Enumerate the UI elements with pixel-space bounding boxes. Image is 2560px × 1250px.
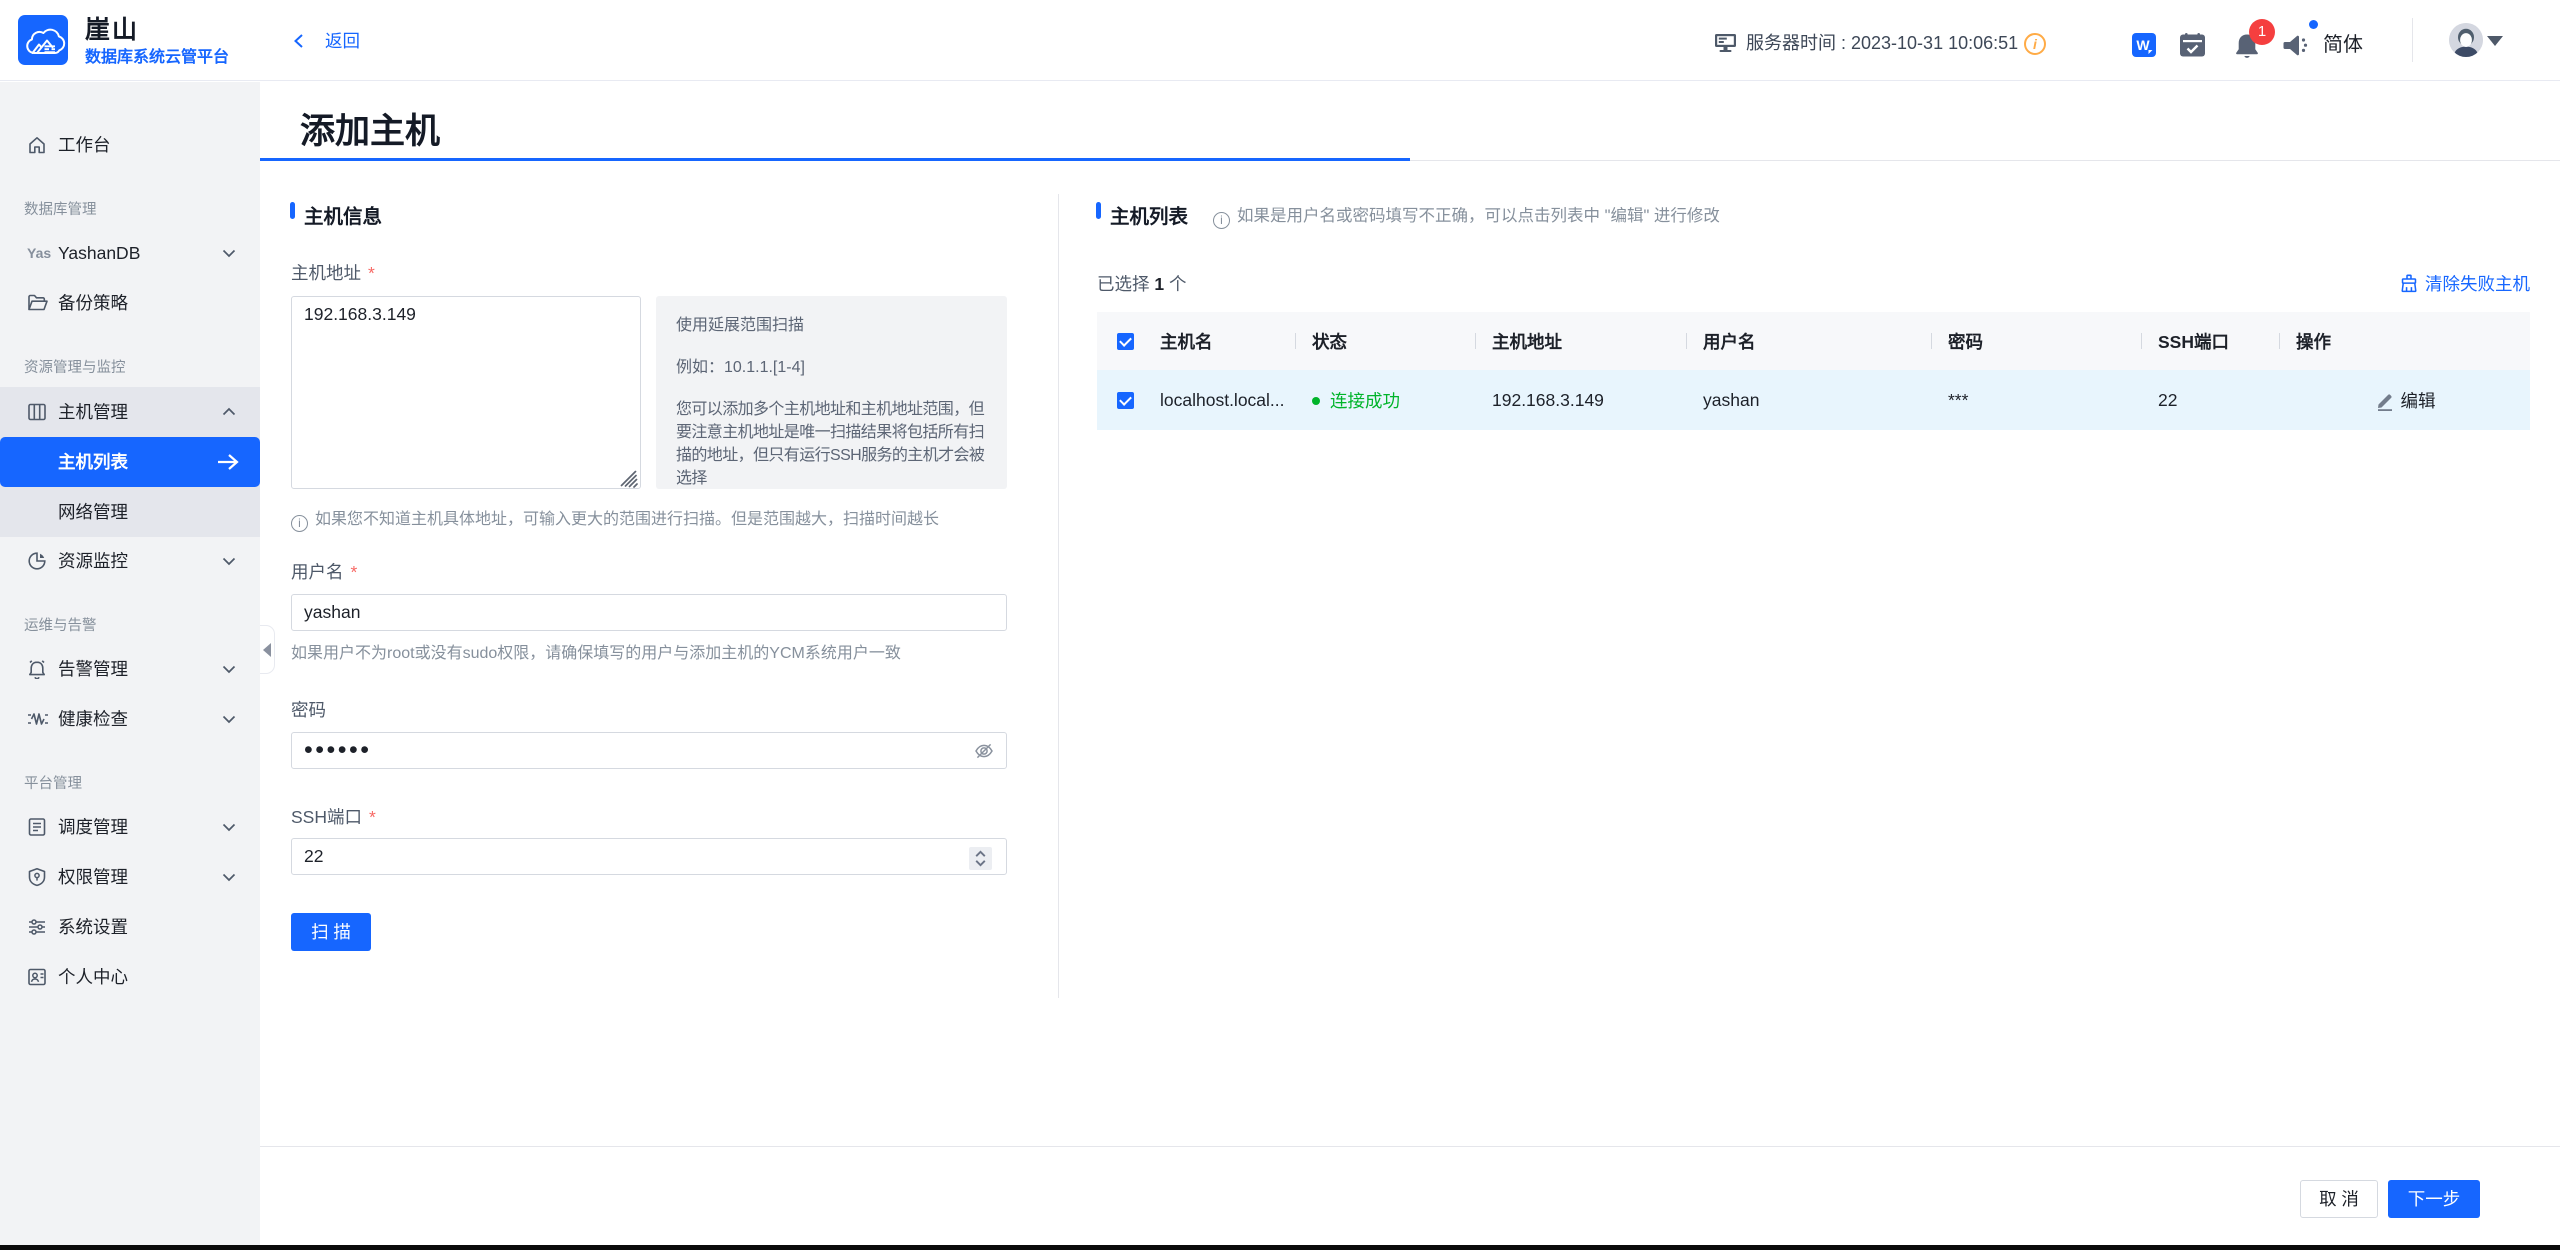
- svg-text:W: W: [2136, 37, 2150, 53]
- svg-text:Yas: Yas: [27, 245, 51, 261]
